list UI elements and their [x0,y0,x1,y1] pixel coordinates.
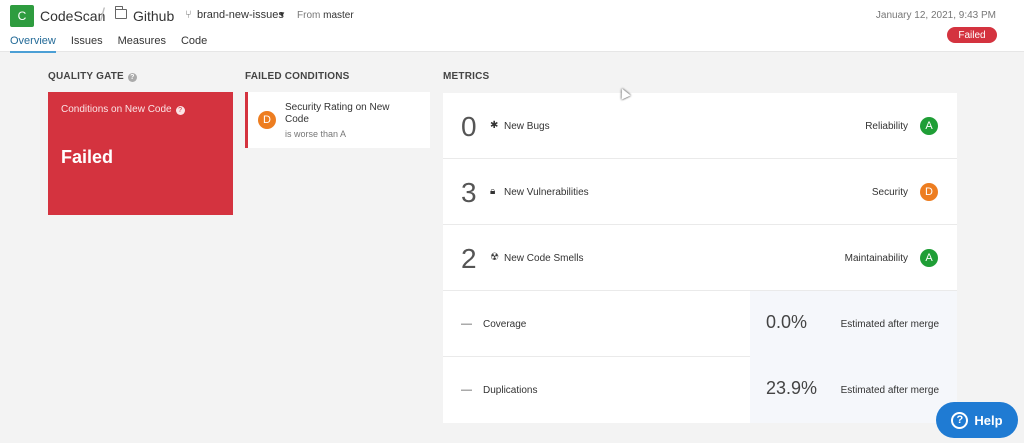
branch-selector[interactable]: brand-new-issues [197,9,284,21]
branch-icon: ⑂ [185,9,192,21]
metric-category: Maintainability [844,253,908,264]
metric-label: Coverage [483,319,527,330]
metric-row-vulnerabilities[interactable]: 3 🔒︎ New Vulnerabilities Security D [443,159,957,225]
quality-gate-card: Conditions on New Code? Failed [48,92,233,215]
rating-badge[interactable]: A [920,117,938,135]
metric-value[interactable]: 0 [461,111,477,143]
duplications-cell: 23.9% Estimated after merge [750,357,957,423]
tab-overview[interactable]: Overview [10,35,56,53]
question-icon: ? [951,411,969,429]
metric-row-coverage[interactable]: — Coverage 0.0% Estimated after merge [443,291,957,357]
help-label: Help [974,412,1003,428]
condition-detail: is worse than A [285,129,347,139]
code-smell-icon: ☢ [490,252,499,263]
metric-value[interactable]: 3 [461,177,477,209]
coverage-cell: 0.0% Estimated after merge [750,291,957,357]
breadcrumb-separator: / [100,5,106,25]
quality-gate-heading: QUALITY GATE? [48,71,137,82]
org-logo[interactable]: C [10,5,34,27]
status-badge: Failed [947,27,997,43]
main-nav: Overview Issues Measures Code [10,35,207,53]
condition-metric: Security Rating on New Code [285,102,390,125]
rating-badge: D [258,111,276,129]
bug-icon: ✱ [490,120,499,131]
metric-category: Security [871,187,908,198]
metrics-panel: 0 ✱ New Bugs Reliability A 3 🔒︎ New Vuln… [443,93,957,423]
help-icon[interactable]: ? [175,106,185,115]
gate-status: Failed [61,147,114,167]
metric-value[interactable]: 0.0% [766,312,807,333]
rating-badge[interactable]: D [920,183,938,201]
metric-value[interactable]: 23.9% [766,378,817,399]
analysis-date: January 12, 2021, 9:43 PM [875,10,996,21]
duplications-dash: — [461,384,472,396]
metric-label: New Vulnerabilities [504,187,589,198]
from-branch: From master [297,10,354,21]
repo-icon [114,6,127,19]
failed-condition-item[interactable]: D Security Rating on New Code is worse t… [245,92,430,148]
coverage-dash: — [461,318,472,330]
lock-icon: 🔒︎ [490,186,496,197]
failed-conditions-heading: FAILED CONDITIONS [245,71,350,82]
metric-label: New Bugs [504,121,550,132]
metric-row-code-smells[interactable]: 2 ☢ New Code Smells Maintainability A [443,225,957,291]
metrics-heading: METRICS [443,71,490,82]
metric-note: Estimated after merge [840,319,939,330]
chevron-down-icon[interactable]: ▼ [278,10,286,19]
tab-measures[interactable]: Measures [118,35,166,53]
metric-row-duplications[interactable]: — Duplications 23.9% Estimated after mer… [443,357,957,423]
org-name[interactable]: CodeScan [40,8,105,24]
metric-label: Duplications [483,385,538,396]
top-bar: C CodeScan / Github ⑂ brand-new-issues ▼… [0,0,1024,53]
rating-badge[interactable]: A [920,249,938,267]
tab-issues[interactable]: Issues [71,35,103,53]
metric-note: Estimated after merge [840,385,939,396]
metric-label: New Code Smells [504,253,584,264]
help-button[interactable]: ? Help [936,402,1018,438]
repo-name[interactable]: Github [133,8,174,24]
gate-subtitle: Conditions on New Code? [61,104,185,115]
help-icon[interactable]: ? [127,73,137,82]
tab-code[interactable]: Code [181,35,207,53]
metric-value[interactable]: 2 [461,243,477,275]
metric-row-bugs[interactable]: 0 ✱ New Bugs Reliability A [443,93,957,159]
metric-category: Reliability [865,121,908,132]
